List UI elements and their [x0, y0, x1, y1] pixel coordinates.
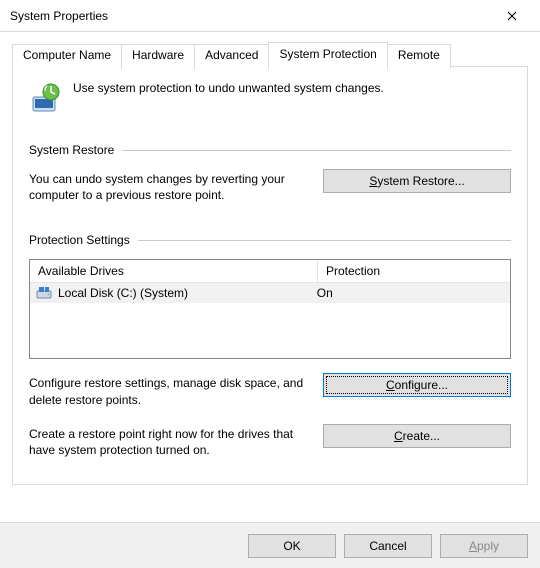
drives-table-body: Local Disk (C:) (System) On [30, 283, 510, 303]
btn-text: reate... [403, 429, 440, 443]
tab-hardware[interactable]: Hardware [121, 44, 195, 69]
section-system-restore-title: System Restore [29, 143, 114, 157]
btn-text: ystem Restore... [377, 174, 464, 188]
section-system-restore-header: System Restore [29, 143, 511, 157]
drives-table-header: Available Drives Protection [30, 260, 510, 283]
system-restore-button[interactable]: System Restore... [323, 169, 511, 193]
intro-row: Use system protection to undo unwanted s… [29, 81, 511, 115]
disk-icon [36, 286, 52, 300]
cancel-button[interactable]: Cancel [344, 534, 432, 558]
drive-name: Local Disk (C:) (System) [58, 286, 188, 300]
configure-row: Configure restore settings, manage disk … [29, 373, 511, 407]
configure-desc: Configure restore settings, manage disk … [29, 373, 311, 407]
tab-computer-name[interactable]: Computer Name [12, 44, 122, 69]
mnemonic: A [469, 539, 477, 553]
tab-panel-system-protection: Use system protection to undo unwanted s… [12, 66, 528, 485]
section-protection-settings-title: Protection Settings [29, 233, 130, 247]
tab-strip: Computer Name Hardware Advanced System P… [12, 42, 528, 67]
apply-button[interactable]: Apply [440, 534, 528, 558]
create-row: Create a restore point right now for the… [29, 424, 511, 458]
drive-cell: Local Disk (C:) (System) [36, 286, 317, 300]
close-icon [507, 11, 517, 21]
column-header-protection[interactable]: Protection [318, 260, 510, 282]
create-desc: Create a restore point right now for the… [29, 424, 311, 458]
window-title: System Properties [10, 9, 490, 23]
dialog-content: Computer Name Hardware Advanced System P… [0, 32, 540, 497]
tab-system-protection[interactable]: System Protection [268, 42, 387, 67]
protection-cell: On [317, 286, 504, 300]
title-bar: System Properties [0, 0, 540, 32]
btn-text: pply [477, 539, 499, 553]
section-protection-settings-header: Protection Settings [29, 233, 511, 247]
ok-button[interactable]: OK [248, 534, 336, 558]
divider [138, 240, 511, 241]
table-row[interactable]: Local Disk (C:) (System) On [30, 283, 510, 303]
close-button[interactable] [490, 1, 534, 31]
drives-table: Available Drives Protection Local Disk (… [29, 259, 511, 359]
tab-remote[interactable]: Remote [387, 44, 451, 69]
divider [122, 150, 511, 151]
system-restore-row: You can undo system changes by reverting… [29, 169, 511, 203]
system-protection-icon [29, 81, 63, 115]
intro-text: Use system protection to undo unwanted s… [73, 81, 384, 95]
btn-text: onfigure... [395, 378, 448, 392]
column-header-drives[interactable]: Available Drives [30, 260, 318, 282]
mnemonic: C [386, 378, 395, 392]
dialog-button-bar: OK Cancel Apply [0, 522, 540, 568]
system-restore-desc: You can undo system changes by reverting… [29, 169, 311, 203]
mnemonic: C [394, 429, 403, 443]
configure-button[interactable]: Configure... [323, 373, 511, 397]
create-button[interactable]: Create... [323, 424, 511, 448]
tab-advanced[interactable]: Advanced [194, 44, 269, 69]
